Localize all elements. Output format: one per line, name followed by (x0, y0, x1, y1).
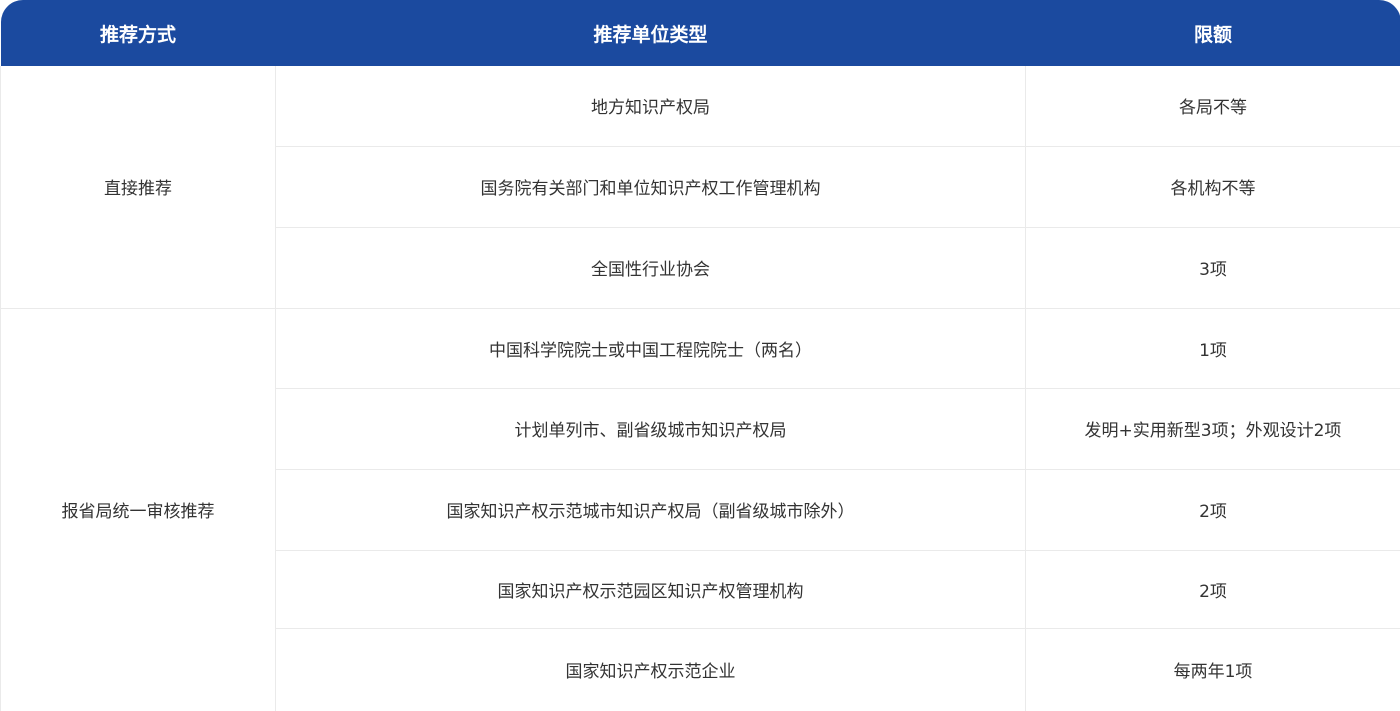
quota-table-container: 推荐方式 推荐单位类型 限额 直接推荐 地方知识产权局 各局不等 国务院有关部门… (0, 0, 1400, 711)
unit-type-cell: 国家知识产权示范企业 (275, 628, 1026, 711)
quota-cell: 每两年1项 (1025, 628, 1400, 711)
header-unit-type: 推荐单位类型 (275, 0, 1026, 66)
unit-type-cell: 国家知识产权示范园区知识产权管理机构 (275, 550, 1026, 629)
header-quota: 限额 (1025, 0, 1400, 66)
quota-cell: 发明+实用新型3项；外观设计2项 (1025, 388, 1400, 470)
header-recommend-method: 推荐方式 (0, 0, 276, 66)
unit-type-cell: 国务院有关部门和单位知识产权工作管理机构 (275, 146, 1026, 228)
unit-type-cell: 地方知识产权局 (275, 66, 1026, 147)
unit-type-cell: 计划单列市、副省级城市知识产权局 (275, 388, 1026, 470)
unit-type-cell: 中国科学院院士或中国工程院院士（两名） (275, 308, 1026, 389)
table-row: 直接推荐 地方知识产权局 各局不等 (0, 66, 1400, 309)
header-row: 推荐方式 推荐单位类型 限额 (0, 0, 1400, 66)
quota-cell: 各局不等 (1025, 66, 1400, 147)
quota-table: 推荐方式 推荐单位类型 限额 直接推荐 地方知识产权局 各局不等 国务院有关部门… (0, 0, 1400, 711)
quota-cell: 各机构不等 (1025, 146, 1400, 228)
quota-cell: 3项 (1025, 227, 1400, 309)
unit-type-cell: 国家知识产权示范城市知识产权局（副省级城市除外） (275, 469, 1026, 551)
table-body: 直接推荐 地方知识产权局 各局不等 国务院有关部门和单位知识产权工作管理机构 各… (0, 66, 1400, 711)
quota-cell: 2项 (1025, 550, 1400, 629)
table-row: 报省局统一审核推荐 中国科学院院士或中国工程院院士（两名） 1项 (0, 308, 1400, 711)
method-cell-provincial: 报省局统一审核推荐 (0, 308, 276, 711)
method-cell-direct: 直接推荐 (0, 66, 276, 309)
unit-type-cell: 全国性行业协会 (275, 227, 1026, 309)
quota-cell: 2项 (1025, 469, 1400, 551)
quota-cell: 1项 (1025, 308, 1400, 389)
table-header: 推荐方式 推荐单位类型 限额 (0, 0, 1400, 66)
